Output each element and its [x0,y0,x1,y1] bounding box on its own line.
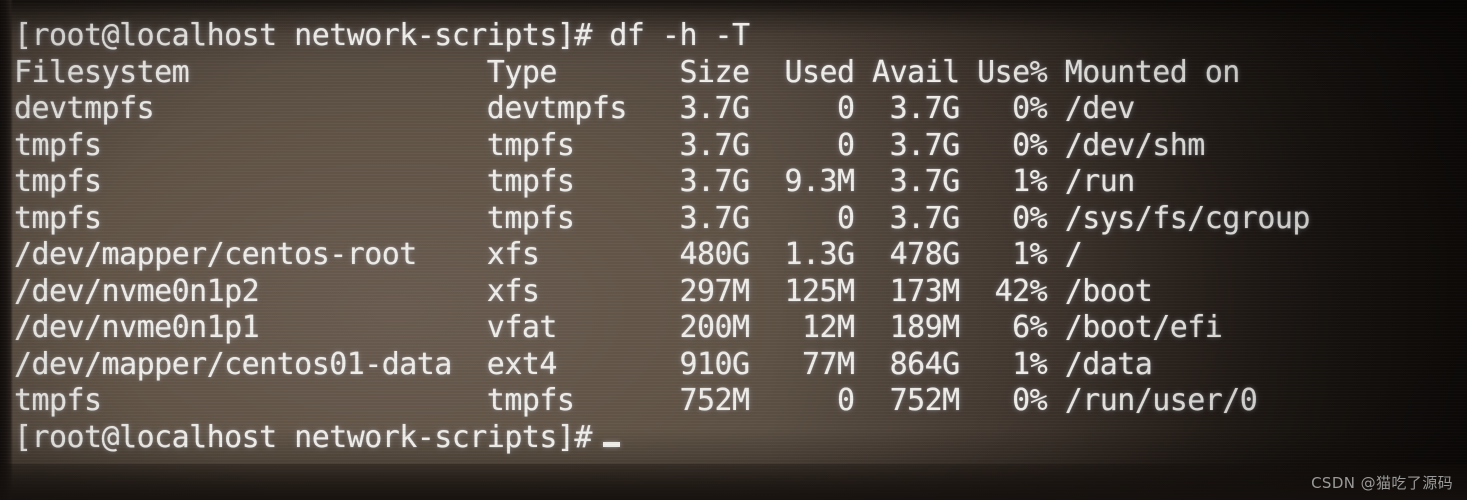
shell-prompt: [root@localhost network-scripts]# [14,419,592,455]
csdn-watermark: CSDN @猫吃了源码 [1311,474,1453,492]
table-row: tmpfs tmpfs 752M 0 752M 0% /run/user/0 [14,383,1258,418]
table-row: tmpfs tmpfs 3.7G 0 3.7G 0% /dev/shm [14,127,1205,163]
table-row: tmpfs tmpfs 3.7G 9.3M 3.7G 1% /run [14,164,1135,199]
table-row: devtmpfs devtmpfs 3.7G 0 3.7G 0% /dev [14,91,1135,126]
table-row: /dev/nvme0n1p1 vfat 200M 12M 189M 6% /bo… [14,310,1223,345]
table-row: /dev/mapper/centos01-data ext4 910G 77M … [14,346,1153,382]
terminal-output[interactable]: [root@localhost network-scripts]# df -h … [14,18,1464,456]
watermark-bar [0,464,1467,500]
terminal-screenshot: [root@localhost network-scripts]# df -h … [0,0,1467,500]
command-line-input: [root@localhost network-scripts]# df -h … [14,18,750,53]
table-row: tmpfs tmpfs 3.7G 0 3.7G 0% /sys/fs/cgrou… [14,200,1310,236]
table-row: /dev/mapper/centos-root xfs 480G 1.3G 47… [14,237,1083,272]
table-row: /dev/nvme0n1p2 xfs 297M 125M 173M 42% /b… [14,273,1153,309]
monitor-bezel-left [0,0,13,500]
shell-prompt-line[interactable]: [root@localhost network-scripts]# [14,420,1464,457]
table-header-row: Filesystem Type Size Used Avail Use% Mou… [14,54,1240,90]
text-cursor [602,441,620,447]
